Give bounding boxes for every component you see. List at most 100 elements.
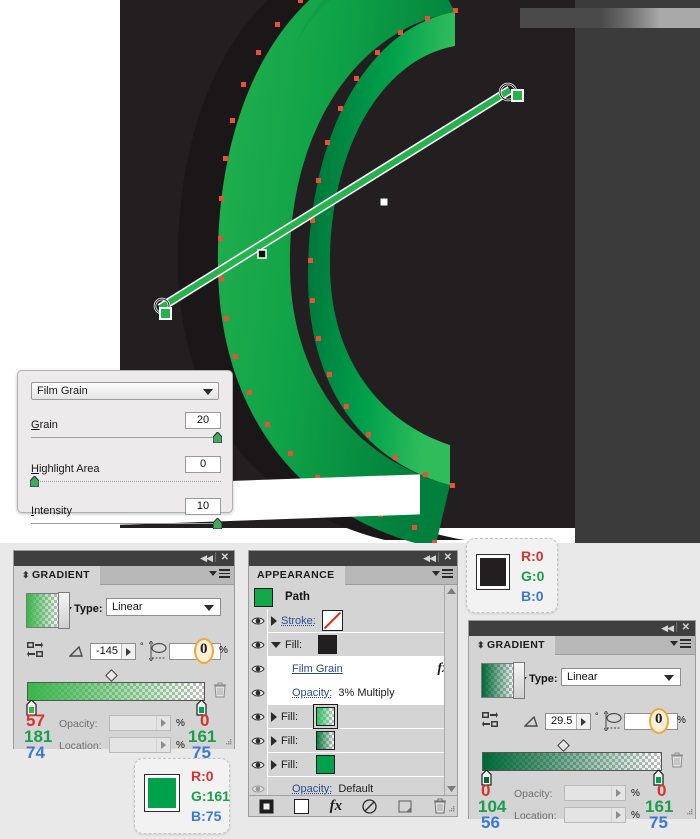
intensity-value-field[interactable]: 10 [185, 498, 221, 515]
collapse-icon[interactable]: ◀◀ [423, 554, 436, 563]
fill-1-swatch[interactable] [318, 635, 338, 654]
visibility-toggle-film-grain[interactable] [249, 656, 268, 681]
fill-2-gradient-swatch[interactable] [313, 704, 339, 729]
disclosure-triangle-fill-3[interactable] [271, 735, 277, 746]
gradient-angle-input-right[interactable]: 29.5 [545, 713, 591, 730]
highlight-area-slider-knob[interactable] [30, 476, 39, 487]
effect-type-dropdown[interactable]: Film Grain [31, 382, 219, 400]
panel-menu-button-appearance[interactable] [432, 569, 453, 578]
gradient-panel-left-tabrow[interactable]: ⬍ GRADIENT [14, 566, 234, 585]
gradient-presets-strip-right[interactable] [513, 662, 525, 699]
add-new-effect-button[interactable]: fx [330, 798, 343, 815]
close-icon[interactable]: ✕ [221, 553, 229, 563]
location-stepper-left[interactable] [156, 738, 170, 752]
panel-menu-button-left[interactable] [209, 569, 230, 578]
visibility-toggle-fill-3[interactable] [249, 728, 268, 753]
location-input-right[interactable] [564, 807, 626, 823]
fill-3-gradient-swatch[interactable] [316, 731, 336, 750]
appearance-panel-tabrow[interactable]: APPEARANCE [249, 566, 457, 585]
gradient-angle-input-left[interactable]: -145 [90, 643, 136, 660]
visibility-toggle-fill-1[interactable] [249, 632, 268, 657]
tab-appearance[interactable]: APPEARANCE [249, 566, 345, 585]
visibility-toggle-stroke[interactable] [249, 608, 268, 633]
gradient-midpoint-marker-right[interactable] [557, 739, 570, 752]
fill-4-label[interactable]: Fill: [281, 759, 298, 771]
intensity-slider-knob[interactable] [213, 518, 222, 529]
grain-slider-knob[interactable] [213, 432, 222, 443]
visibility-toggle-effect-opacity[interactable] [249, 680, 268, 705]
appearance-item-list[interactable]: Path Stroke: Fill: Film Grain Opacity: 3… [249, 585, 457, 801]
opacity-stepper-right[interactable] [611, 786, 625, 800]
appearance-row-fill-1[interactable]: Fill: [249, 632, 457, 657]
gradient-type-select-right[interactable]: Linear [561, 668, 681, 686]
reverse-gradient-icon[interactable] [27, 642, 43, 658]
film-grain-effect-dialog[interactable]: Film Grain Grain 20 Highlight Area 0 Int… [17, 370, 233, 529]
intensity-slider-row[interactable]: Intensity 10 [31, 498, 222, 529]
disclosure-triangle-fill-4[interactable] [271, 759, 277, 770]
appearance-panel-footer[interactable]: fx [249, 795, 457, 816]
gradient-panel-right-tabrow[interactable]: ⬍ GRADIENT [469, 636, 695, 655]
disclosure-triangle-fill-1[interactable] [271, 641, 281, 648]
duplicate-item-button[interactable] [398, 799, 413, 814]
angle-stepper-right[interactable] [576, 714, 590, 729]
intensity-slider-track[interactable] [31, 523, 221, 524]
disclosure-triangle-fill-2[interactable] [271, 711, 277, 722]
gradient-slider-bar-left[interactable] [27, 682, 205, 701]
grain-slider-track[interactable] [31, 437, 221, 438]
tab-gradient-right[interactable]: ⬍ GRADIENT [469, 636, 555, 655]
gradient-panel-left[interactable]: ◀◀ | ✕ ⬍ GRADIENT Type: Linear -145 ° 0 … [13, 550, 235, 762]
disclosure-triangle-stroke[interactable] [271, 615, 277, 626]
appearance-row-film-grain[interactable]: Film Grain fx [249, 656, 457, 681]
fill-1-label[interactable]: Fill: [285, 639, 302, 651]
opacity-input-right[interactable] [564, 785, 626, 801]
stroke-label[interactable]: Stroke: [281, 615, 316, 627]
location-stepper-right[interactable] [611, 808, 625, 822]
highlight-area-value-field[interactable]: 0 [185, 456, 221, 473]
appearance-row-fill-2[interactable]: Fill: [249, 704, 457, 729]
opacity-label[interactable]: Opacity: [292, 783, 332, 795]
gradient-panel-right-titlebar[interactable]: ◀◀ | ✕ [469, 621, 695, 636]
effect-opacity-label[interactable]: Opacity: [292, 687, 332, 699]
gradient-midpoint-marker-left[interactable] [105, 669, 118, 682]
grain-slider-row[interactable]: Grain 20 [31, 412, 222, 443]
delete-stop-trash-icon-right[interactable] [670, 752, 684, 768]
tab-gradient-left[interactable]: ⬍ GRADIENT [14, 566, 100, 585]
gradient-panel-right[interactable]: ◀◀ | ✕ ⬍ GRADIENT Type: Linear 29.5 ° 0 … [468, 620, 696, 832]
gradient-preview-swatch-left[interactable] [26, 593, 61, 628]
opacity-stepper-left[interactable] [156, 716, 170, 730]
appearance-panel[interactable]: ◀◀ | ✕ APPEARANCE Path Stroke: Fill: Fil… [248, 550, 458, 817]
close-icon[interactable]: ✕ [682, 623, 690, 633]
gradient-presets-strip-left[interactable] [58, 592, 70, 629]
stroke-none-swatch[interactable] [321, 610, 343, 631]
fill-4-swatch[interactable] [316, 755, 336, 774]
location-input-left[interactable] [109, 737, 171, 753]
scroll-up-icon[interactable] [447, 588, 456, 594]
appearance-row-stroke[interactable]: Stroke: [249, 608, 457, 633]
opacity-input-left[interactable] [109, 715, 171, 731]
appearance-row-fill-3[interactable]: Fill: [249, 728, 457, 753]
angle-stepper-left[interactable] [121, 644, 135, 659]
panel-menu-button-right[interactable] [670, 639, 691, 648]
grain-value-field[interactable]: 20 [185, 412, 221, 429]
fill-2-label[interactable]: Fill: [281, 711, 298, 723]
collapse-icon[interactable]: ◀◀ [661, 624, 674, 633]
resize-grip-appearance[interactable] [446, 805, 455, 814]
gradient-slider-bar-right[interactable] [482, 752, 662, 771]
highlight-area-slider-track[interactable] [31, 481, 221, 482]
delete-stop-trash-icon[interactable] [213, 682, 227, 698]
target-swatch[interactable] [254, 587, 273, 607]
scroll-down-icon[interactable] [447, 786, 456, 792]
visibility-toggle-fill-4[interactable] [249, 752, 268, 777]
reverse-gradient-icon[interactable] [482, 712, 498, 728]
gradient-preview-swatch-right[interactable] [481, 663, 516, 698]
highlight-area-slider-row[interactable]: Highlight Area 0 [30, 456, 221, 487]
appearance-row-fill-4[interactable]: Fill: [249, 752, 457, 777]
add-new-fill-button[interactable] [294, 798, 310, 814]
appearance-scrollbar[interactable] [444, 585, 457, 795]
gradient-annotator[interactable] [140, 70, 540, 330]
close-icon[interactable]: ✕ [444, 553, 452, 563]
collapse-icon[interactable]: ◀◀ [200, 554, 213, 563]
film-grain-label[interactable]: Film Grain [292, 663, 343, 675]
visibility-toggle-fill-2[interactable] [249, 704, 268, 729]
appearance-row-effect-opacity[interactable]: Opacity: 3% Multiply [249, 680, 457, 705]
